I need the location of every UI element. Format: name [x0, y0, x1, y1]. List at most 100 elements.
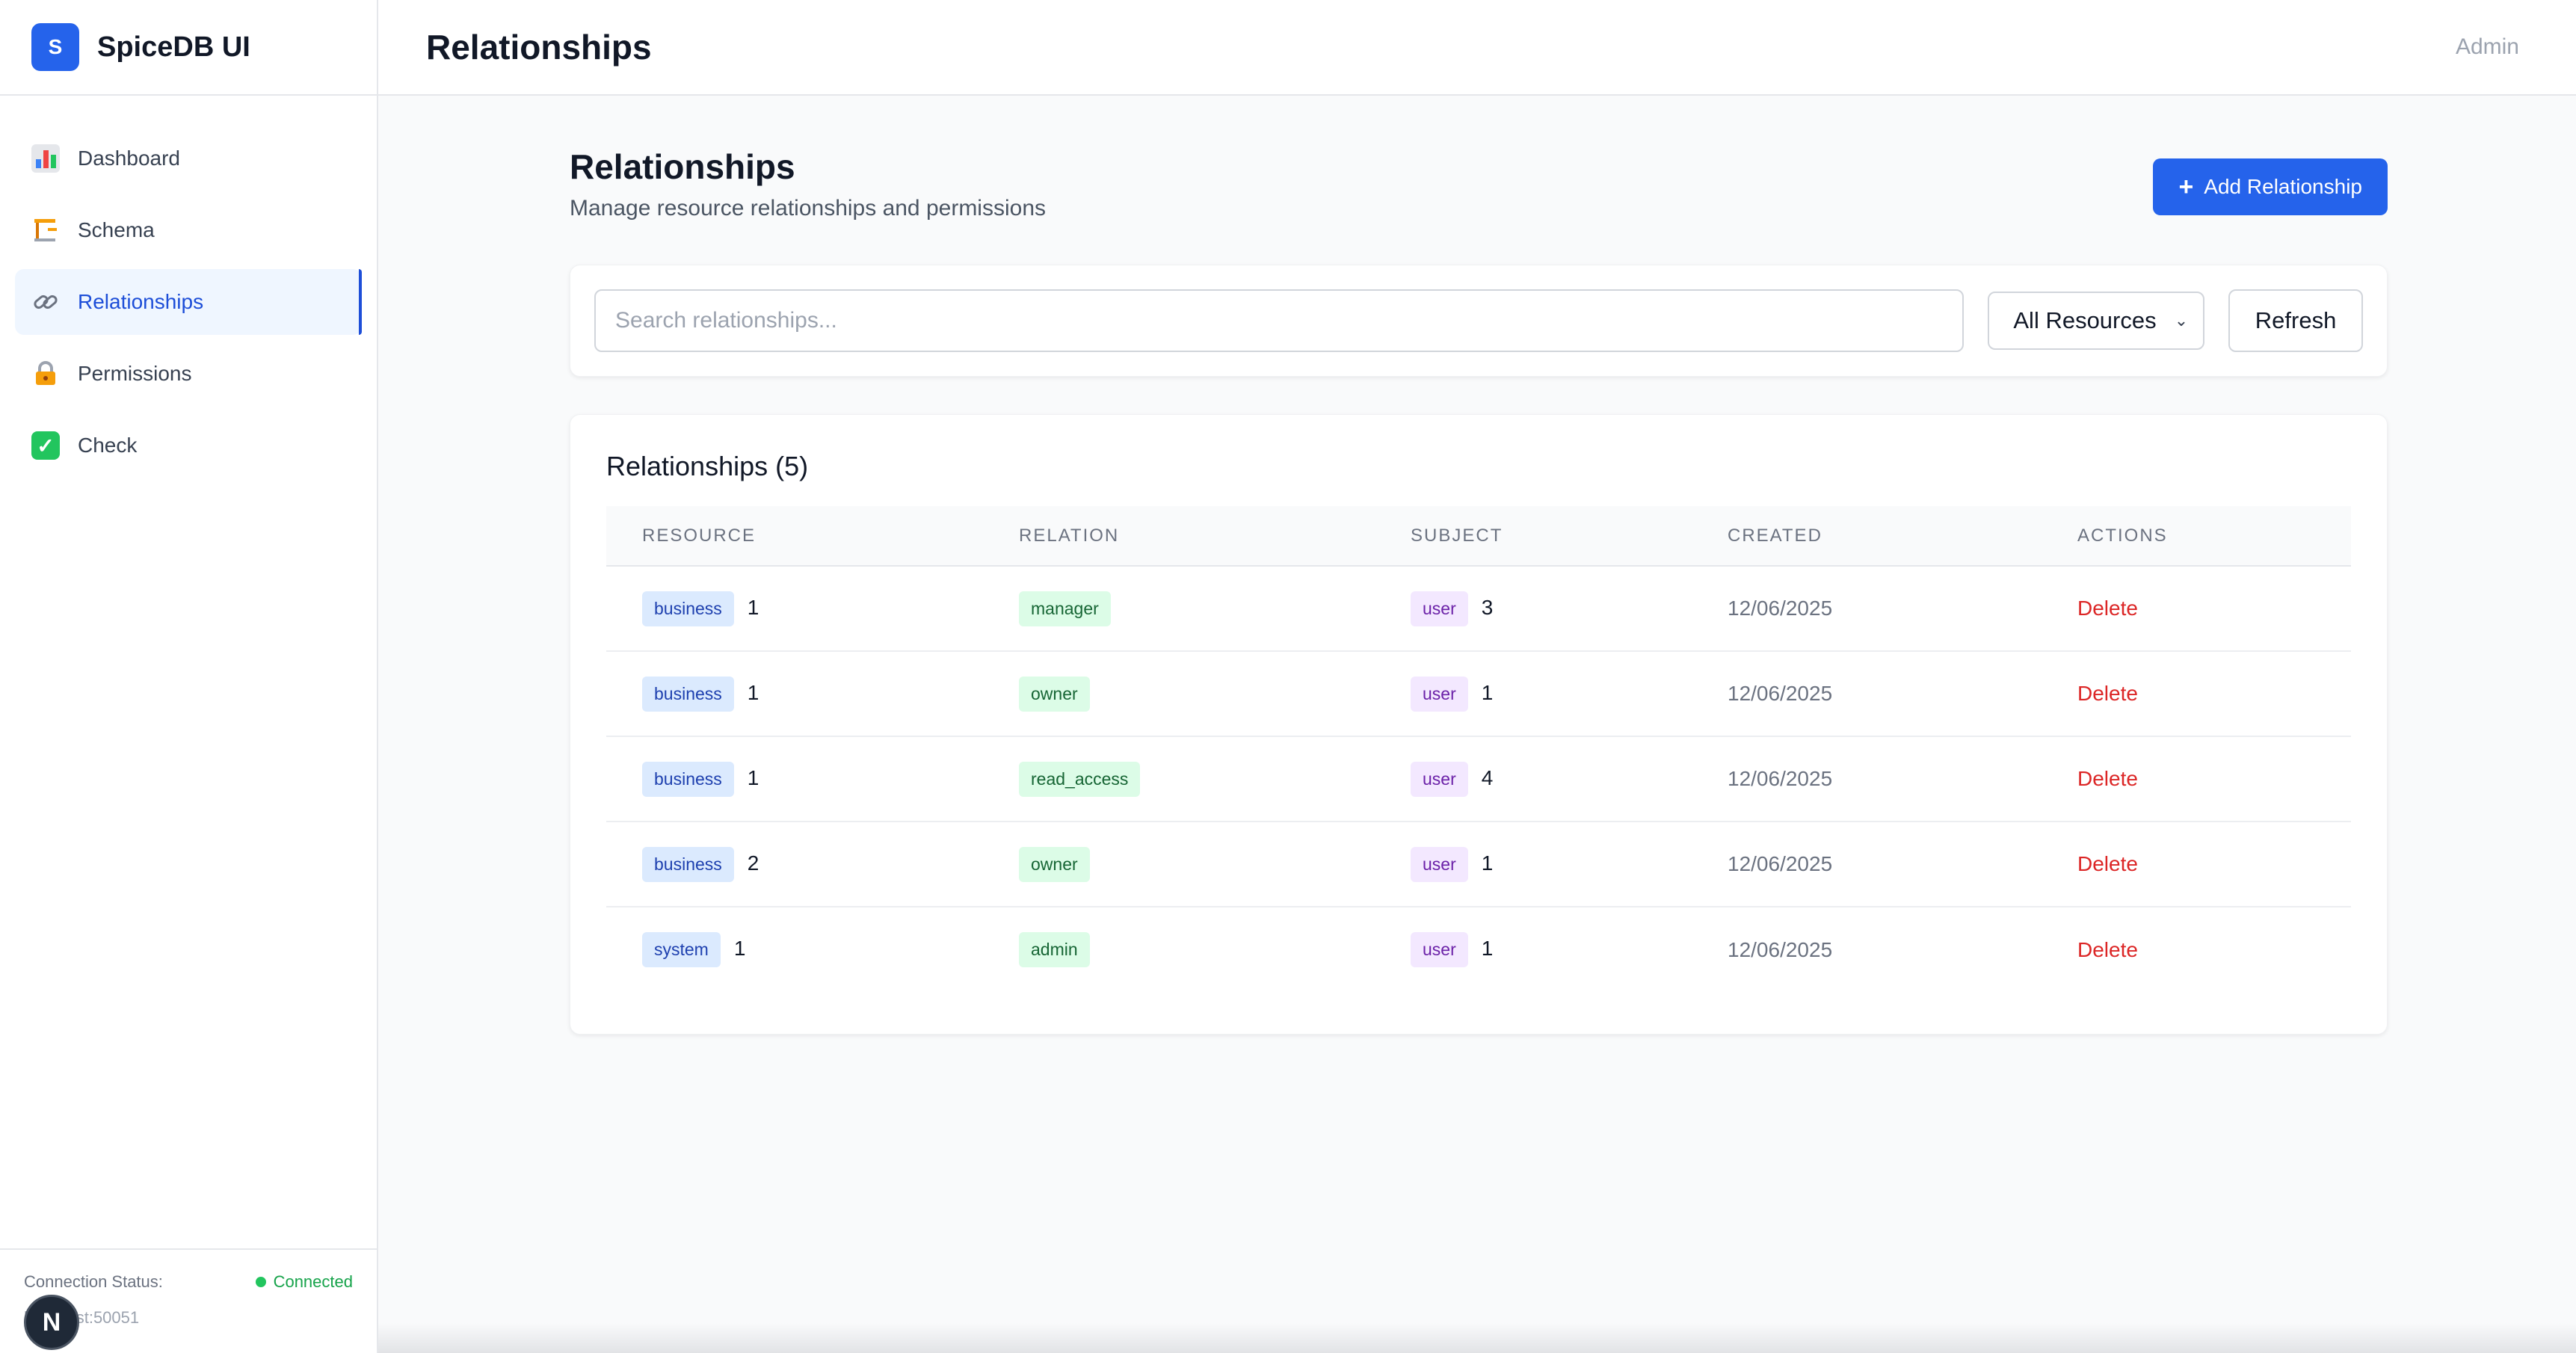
- connection-status-text: Connected: [273, 1272, 353, 1291]
- subject-cell: user 4: [1375, 736, 1692, 822]
- resource-type-tag: business: [642, 676, 734, 712]
- subject-cell: user 1: [1375, 822, 1692, 907]
- relation-tag: owner: [1019, 676, 1090, 712]
- subject-type-tag: user: [1411, 846, 1468, 882]
- table-row: business 1 manager user 3 12/06/2025 Delet…: [606, 566, 2351, 652]
- resource-cell: business 2: [606, 822, 983, 907]
- actions-cell: Delete: [2042, 907, 2351, 992]
- created-date: 12/06/2025: [1728, 937, 1833, 961]
- delete-button[interactable]: Delete: [2077, 597, 2138, 620]
- link-icon: [31, 288, 60, 316]
- sidebar-item-permissions[interactable]: Permissions: [15, 341, 362, 407]
- status-dot-icon: [255, 1277, 266, 1287]
- actions-cell: Delete: [2042, 566, 2351, 652]
- subject-cell: user 1: [1375, 651, 1692, 737]
- dev-tools-badge[interactable]: N: [24, 1295, 79, 1350]
- brand-title: SpiceDB UI: [97, 31, 250, 63]
- actions-cell: Delete: [2042, 822, 2351, 907]
- connection-status: Connected: [255, 1272, 353, 1292]
- column-header-created: CREATED: [1692, 506, 2042, 567]
- column-header-actions: ACTIONS: [2042, 506, 2351, 567]
- resource-type-tag: system: [642, 932, 721, 967]
- created-date: 12/06/2025: [1692, 566, 2042, 652]
- sidebar-item-check[interactable]: ✓ Check: [15, 413, 362, 478]
- sidebar-item-label: Permissions: [78, 362, 192, 385]
- table-row: system 1 admin user 1 12/06/2025 Delete: [606, 907, 2351, 992]
- top-header: Relationships Admin: [378, 0, 2576, 96]
- table-title-text: Relationships: [606, 451, 768, 481]
- relation-tag: admin: [1019, 932, 1090, 967]
- actions-cell: Delete: [2042, 651, 2351, 737]
- connection-panel: Connection Status: Connected localhost:5…: [0, 1248, 377, 1353]
- table-row: business 1 read_access user 4 12/06/2025 D…: [606, 736, 2351, 822]
- delete-button[interactable]: Delete: [2077, 682, 2138, 705]
- column-header-resource: RESOURCE: [606, 506, 983, 567]
- relation-cell: admin: [983, 907, 1375, 992]
- page-subtitle: Manage resource relationships and permis…: [570, 196, 1047, 221]
- table-row: business 2 owner user 1 12/06/2025 Delete: [606, 822, 2351, 907]
- resource-type-tag: business: [642, 591, 734, 626]
- lock-icon: [31, 360, 60, 388]
- column-header-relation: RELATION: [983, 506, 1375, 567]
- resource-id: 1: [747, 595, 759, 619]
- subject-cell: user 3: [1375, 566, 1692, 652]
- relation-cell: owner: [983, 651, 1375, 737]
- connection-row: Connection Status: Connected: [24, 1272, 353, 1292]
- subject-cell: user 1: [1375, 907, 1692, 992]
- bottom-shadow: [378, 1323, 2576, 1353]
- column-header-subject: SUBJECT: [1375, 506, 1692, 567]
- subject-id: 1: [1481, 851, 1494, 875]
- sidebar-item-label: Relationships: [78, 290, 204, 313]
- delete-button[interactable]: Delete: [2077, 767, 2138, 790]
- created-date: 12/06/2025: [1692, 651, 2042, 737]
- add-relationship-label: Add Relationship: [2204, 175, 2362, 198]
- resource-filter-select[interactable]: All Resources ⌄: [1988, 292, 2205, 350]
- delete-button[interactable]: Delete: [2077, 852, 2138, 875]
- subject-type-tag: user: [1411, 761, 1468, 797]
- sidebar-nav: Dashboard Schema Relationships Permissio…: [0, 96, 377, 478]
- plus-icon: +: [2178, 173, 2194, 201]
- app-root: S SpiceDB UI Dashboard Schema Relationsh…: [0, 0, 2576, 1353]
- user-menu[interactable]: Admin: [2456, 34, 2519, 60]
- table-row: business 1 owner user 1 12/06/2025 Delete: [606, 651, 2351, 737]
- brand[interactable]: S SpiceDB UI: [0, 0, 377, 96]
- page-title: Relationships: [570, 147, 795, 186]
- refresh-button[interactable]: Refresh: [2228, 289, 2363, 352]
- table-header-row: RESOURCE RELATION SUBJECT CREATED ACTION…: [606, 506, 2351, 567]
- connection-label: Connection Status:: [24, 1272, 163, 1291]
- filter-bar: All Resources ⌄ Refresh: [570, 265, 2388, 377]
- main-content: Relationships Manage resource relationsh…: [570, 147, 2388, 1035]
- sidebar: S SpiceDB UI Dashboard Schema Relationsh…: [0, 0, 378, 1353]
- header-title: Relationships: [426, 28, 652, 67]
- subject-id: 1: [1481, 680, 1494, 704]
- subject-type-tag: user: [1411, 932, 1468, 967]
- schema-icon: [31, 216, 60, 244]
- resource-cell: system 1: [606, 907, 983, 992]
- sidebar-item-dashboard[interactable]: Dashboard: [15, 126, 362, 191]
- created-date: 12/06/2025: [1692, 822, 2042, 907]
- created-date: 12/06/2025: [1692, 736, 2042, 822]
- relation-cell: manager: [983, 566, 1375, 652]
- sidebar-item-schema[interactable]: Schema: [15, 197, 362, 263]
- sidebar-item-relationships[interactable]: Relationships: [15, 269, 362, 335]
- subject-type-tag: user: [1411, 591, 1468, 626]
- check-icon: ✓: [31, 431, 60, 460]
- sidebar-item-label: Schema: [78, 218, 155, 241]
- relation-tag: owner: [1019, 846, 1090, 882]
- table-title: Relationships (5): [606, 451, 2351, 482]
- table-count: (5): [775, 451, 809, 481]
- delete-button[interactable]: Delete: [2077, 938, 2138, 961]
- sidebar-item-label: Dashboard: [78, 147, 180, 170]
- relationships-table: RESOURCE RELATION SUBJECT CREATED ACTION…: [606, 506, 2351, 992]
- page-heading: Relationships Manage resource relationsh…: [570, 147, 1046, 221]
- relation-tag: manager: [1019, 591, 1111, 626]
- add-relationship-button[interactable]: + Add Relationship: [2153, 158, 2388, 215]
- page-header: Relationships Manage resource relationsh…: [570, 147, 2388, 221]
- relationships-table-card: Relationships (5) RESOURCE RELATION SUBJ…: [570, 414, 2388, 1035]
- resource-id: 1: [747, 765, 759, 789]
- subject-type-tag: user: [1411, 676, 1468, 712]
- relation-tag: read_access: [1019, 761, 1141, 797]
- brand-logo: S: [31, 23, 79, 71]
- search-input[interactable]: [594, 289, 1965, 352]
- resource-type-tag: business: [642, 846, 734, 882]
